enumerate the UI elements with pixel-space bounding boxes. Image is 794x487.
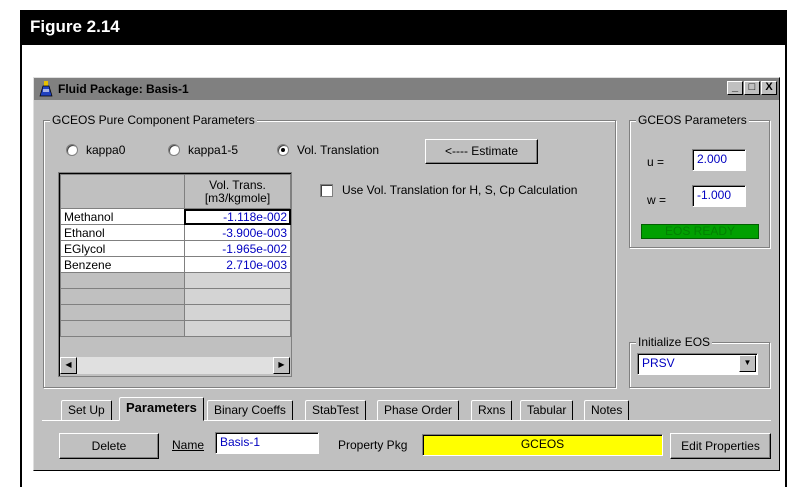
tab-stabtest[interactable]: StabTest [305,400,366,421]
title-bar[interactable]: Fluid Package: Basis-1 _ □ X [34,78,779,100]
table-row-empty [60,288,292,305]
tab-set-up[interactable]: Set Up [61,400,112,421]
flask-icon [39,81,53,97]
radio-kappa1-5-label: kappa1-5 [188,143,239,157]
radio-vol-translation-label: Vol. Translation [297,143,380,157]
close-button[interactable]: X [761,81,777,95]
u-field[interactable]: 2.000 [692,149,746,171]
tab-notes[interactable]: Notes [584,400,630,421]
tab-tabular[interactable]: Tabular [520,400,574,421]
figure-label: Figure 2.14 [30,17,120,36]
horizontal-scrollbar[interactable]: ◀ ▶ [60,357,290,374]
radio-kappa1-5[interactable]: kappa1-5 [168,143,238,157]
name-field[interactable]: Basis-1 [215,432,319,454]
property-pkg-field: GCEOS [422,434,663,456]
radio-vol-translation-circle[interactable] [277,144,289,156]
row-name-methanol: Methanol [60,208,185,225]
row-name-ethanol: Ethanol [60,224,185,241]
empty-cell [60,272,185,289]
vol-translation-table: Vol. Trans. [m3/kgmole] Methanol -1.118e… [58,172,292,377]
fluid-package-window: Fluid Package: Basis-1 _ □ X GCEOS Pure … [33,77,780,471]
empty-cell[interactable] [183,304,292,321]
table-row-empty [60,304,292,321]
cell-value-ethanol[interactable]: -3.900e-003 [183,224,292,241]
figure-frame-right [785,45,787,487]
radio-kappa0[interactable]: kappa0 [66,143,125,157]
empty-cell[interactable] [183,320,292,337]
window-title: Fluid Package: Basis-1 [58,82,189,96]
tab-binary-coeffs[interactable]: Binary Coeffs [207,400,293,421]
scroll-right-icon[interactable]: ▶ [273,357,290,374]
radio-vol-translation[interactable]: Vol. Translation [277,143,379,157]
column-header-vol-trans: Vol. Trans. [m3/kgmole] [183,174,292,209]
initialize-eos-group: Initialize EOS PRSV ▼ [629,335,770,388]
eos-select[interactable]: PRSV ▼ [637,353,758,375]
delete-button[interactable]: Delete [59,433,159,459]
table-row: Benzene 2.710e-003 [60,256,292,273]
empty-cell [60,304,185,321]
table-row-empty [60,272,292,289]
vol-translation-checkbox-label: Use Vol. Translation for H, S, Cp Calcul… [342,183,578,197]
empty-cell[interactable] [183,288,292,305]
radio-kappa0-circle[interactable] [66,144,78,156]
table-corner [60,174,185,209]
tab-rxns[interactable]: Rxns [471,400,513,421]
figure-header: Figure 2.14 [20,10,787,45]
table-row: Ethanol -3.900e-003 [60,224,292,241]
empty-cell [60,288,185,305]
cell-value-eglycol[interactable]: -1.965e-002 [183,240,292,257]
column-header-line2: [m3/kgmole] [204,190,271,205]
w-field[interactable]: -1.000 [692,185,746,207]
minimize-button[interactable]: _ [727,81,743,95]
figure-frame-left [20,45,22,487]
empty-cell[interactable] [183,272,292,289]
table-row-empty [60,320,292,337]
edit-properties-button[interactable]: Edit Properties [670,433,771,459]
gceos-parameters-group: GCEOS Parameters u = 2.000 w = -1.000 EO… [629,113,770,248]
eos-ready-status: EOS READY [641,224,759,239]
vol-translation-checkbox[interactable] [320,184,333,197]
name-label: Name [172,438,205,452]
scroll-left-icon[interactable]: ◀ [60,357,77,374]
table-row: EGlycol -1.965e-002 [60,240,292,257]
chevron-down-icon[interactable]: ▼ [739,355,756,372]
eos-select-value: PRSV [642,356,675,370]
tab-phase-order[interactable]: Phase Order [377,400,460,421]
pure-component-group-title: GCEOS Pure Component Parameters [50,113,257,127]
table-row: Methanol -1.118e-002 [60,208,292,225]
column-header-line1: Vol. Trans. [209,177,266,192]
empty-cell [60,320,185,337]
maximize-button[interactable]: □ [744,81,760,95]
radio-kappa1-5-circle[interactable] [168,144,180,156]
row-name-eglycol: EGlycol [60,240,185,257]
cell-value-methanol[interactable]: -1.118e-002 [183,208,292,225]
row-name-benzene: Benzene [60,256,185,273]
tab-parameters[interactable]: Parameters [119,397,204,421]
u-label: u = [647,155,665,169]
property-pkg-label: Property Pkg [338,438,408,452]
gceos-parameters-group-title: GCEOS Parameters [636,113,749,127]
estimate-button[interactable]: <---- Estimate [425,139,538,164]
initialize-eos-group-title: Initialize EOS [636,335,713,349]
radio-kappa0-label: kappa0 [86,143,126,157]
cell-value-benzene[interactable]: 2.710e-003 [183,256,292,273]
w-label: w = [647,193,667,207]
